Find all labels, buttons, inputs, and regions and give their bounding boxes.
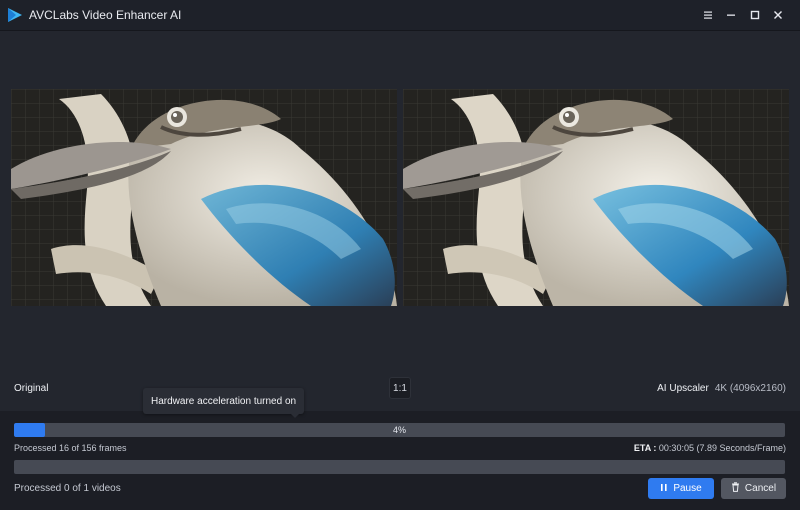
eta-text: ETA : 00:30:05 (7.89 Seconds/Frame) [634, 443, 786, 453]
original-label: Original [14, 383, 49, 394]
video-progress-bar [14, 460, 785, 474]
ai-upscaler-label-group: AI Upscaler 4K (4096x2160) [657, 383, 786, 394]
close-icon[interactable] [769, 6, 787, 24]
pause-icon [660, 483, 668, 495]
ai-upscaler-label: AI Upscaler [657, 383, 709, 394]
frame-progress-bar: 4% [14, 423, 785, 437]
frames-processed-text: Processed 16 of 156 frames [14, 443, 127, 453]
preview-stage: Original 1:1 AI Upscaler 4K (4096x2160) [0, 31, 800, 411]
eta-label: ETA : [633, 443, 657, 453]
window-title: AVCLabs Video Enhancer AI [29, 8, 182, 22]
output-resolution: 4K (4096x2160) [714, 383, 786, 394]
ratio-1to1-button[interactable]: 1:1 [389, 377, 411, 399]
pause-button-label: Pause [673, 483, 702, 494]
videos-processed-text: Processed 0 of 1 videos [14, 483, 121, 494]
cancel-button-label: Cancel [744, 483, 777, 494]
title-bar: AVCLabs Video Enhancer AI [0, 0, 800, 31]
frame-progress-percent: 4% [392, 425, 406, 435]
eta-value: 00:30:05 (7.89 Seconds/Frame) [658, 443, 786, 453]
hamburger-menu-icon[interactable] [699, 6, 717, 24]
minimize-icon[interactable] [722, 6, 740, 24]
cancel-button[interactable]: Cancel [721, 478, 786, 499]
tooltip-pointer [290, 413, 300, 418]
trash-icon [731, 482, 740, 495]
maximize-icon[interactable] [746, 6, 764, 24]
original-preview-image [11, 89, 397, 306]
avclabs-logo-icon [7, 7, 23, 23]
pause-button[interactable]: Pause [648, 478, 714, 499]
hardware-acceleration-tooltip: Hardware acceleration turned on [143, 388, 305, 414]
enhanced-preview-image [403, 89, 789, 306]
